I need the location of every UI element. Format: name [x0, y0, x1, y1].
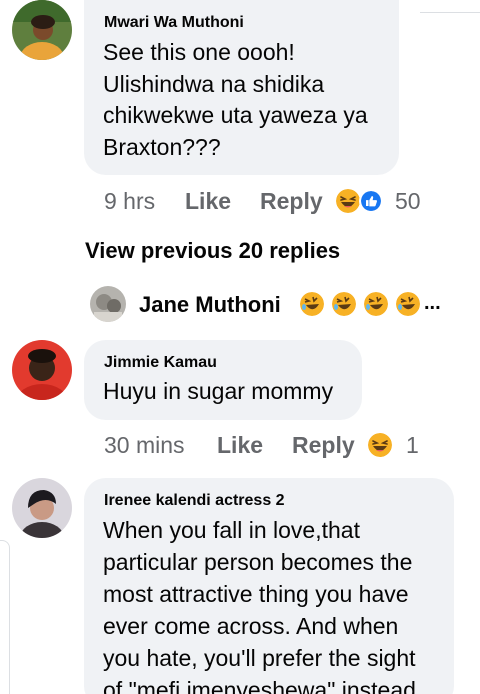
comment-text-line: particular person becomes the	[103, 549, 413, 575]
comment-text-line: Ulishindwa na shidika	[103, 71, 325, 97]
rolling-laughing-emoji-icon	[332, 292, 356, 316]
divider	[0, 540, 10, 694]
comment-text-line: you hate, you'll prefer the sight	[103, 645, 416, 671]
comment-author[interactable]: Jimmie Kamau	[104, 354, 217, 372]
like-thumb-icon[interactable]	[359, 189, 383, 213]
avatar-photo	[12, 478, 72, 538]
comment-text-line: Braxton???	[103, 134, 221, 160]
avatar[interactable]	[12, 0, 72, 60]
comment-text-line: of "mefi imenyeshewa" instead	[103, 677, 416, 694]
avatar-photo	[90, 286, 126, 322]
avatar[interactable]	[12, 478, 72, 538]
more-ellipsis: ...	[424, 292, 441, 314]
comment-text-line: chikwekwe uta yaweza ya	[103, 102, 368, 128]
avatar-photo	[12, 0, 72, 60]
comment-author[interactable]: Mwari Wa Muthoni	[104, 14, 244, 32]
reaction-count[interactable]: 50	[395, 188, 421, 215]
divider	[420, 12, 480, 13]
comment-text-line: ever come across. And when	[103, 613, 399, 639]
comment-author[interactable]: Irenee kalendi actress 2	[104, 492, 285, 510]
like-button[interactable]: Like	[185, 188, 231, 215]
comment-text-line: See this one oooh!	[103, 39, 295, 65]
laughing-emoji-icon[interactable]	[368, 433, 392, 457]
reaction-count[interactable]: 1	[406, 432, 419, 459]
reply-button[interactable]: Reply	[260, 188, 323, 215]
reply-button[interactable]: Reply	[292, 432, 355, 459]
avatar[interactable]	[12, 340, 72, 400]
comment-text-line: When you fall in love,that	[103, 517, 360, 543]
comment-timestamp: 30 mins	[104, 432, 185, 458]
reply-author[interactable]: Jane Muthoni	[139, 292, 281, 318]
avatar[interactable]	[90, 286, 126, 322]
comment-text-line: Huyu in sugar mommy	[103, 378, 334, 404]
like-button[interactable]: Like	[217, 432, 263, 459]
view-previous-replies-link[interactable]: View previous 20 replies	[85, 238, 340, 264]
laughing-emoji-icon[interactable]	[336, 189, 360, 213]
rolling-laughing-emoji-icon	[364, 292, 388, 316]
avatar-photo	[12, 340, 72, 400]
comment-timestamp: 9 hrs	[104, 188, 156, 214]
rolling-laughing-emoji-icon	[300, 292, 324, 316]
rolling-laughing-emoji-icon	[396, 292, 420, 316]
comment-text-line: most attractive thing you have	[103, 581, 409, 607]
